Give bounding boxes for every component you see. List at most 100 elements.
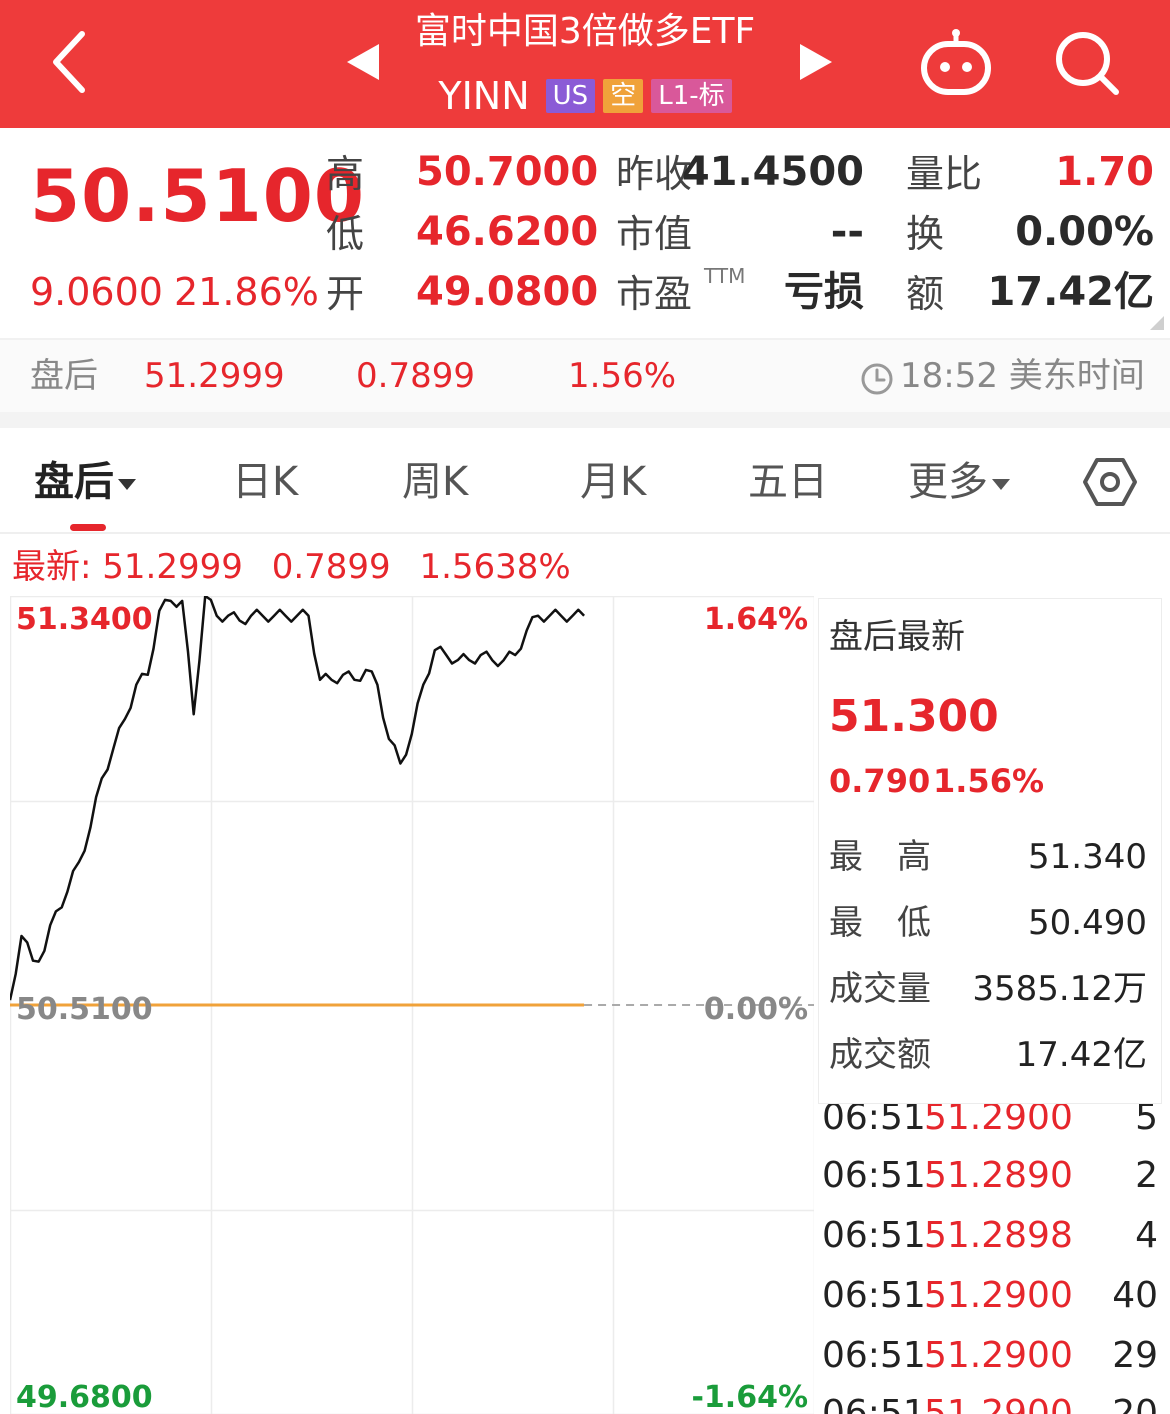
- pct-axis-bottom-label: -1.64%: [691, 1380, 808, 1414]
- high-label: 高: [326, 152, 365, 196]
- trade-row: 06:51 51.2900 5: [822, 1104, 1158, 1148]
- latest-change: 0.7899: [271, 547, 391, 587]
- y-axis-mid-label: 50.5100: [16, 992, 153, 1027]
- high-value: 50.7000: [416, 149, 599, 195]
- next-arrow-icon[interactable]: [796, 42, 836, 82]
- expand-corner-icon[interactable]: [1150, 316, 1164, 330]
- market-cap-label: 市值: [616, 212, 693, 256]
- back-chevron-icon[interactable]: [40, 22, 100, 102]
- tab-weekly-k[interactable]: 周K: [402, 456, 468, 508]
- trade-volume: 4: [1135, 1215, 1158, 1256]
- volume-ratio-value: 1.70: [1055, 149, 1154, 195]
- y-axis-bottom-label: 49.6800: [16, 1380, 153, 1414]
- quote-summary: 50.5100 9.0600 21.86% 高 低 开 50.7000 46.6…: [0, 128, 1170, 338]
- price-change-pct: 21.86%: [174, 270, 319, 314]
- trade-row: 06:51 51.2890 2: [822, 1146, 1158, 1206]
- tab-daily-k[interactable]: 日K: [232, 456, 298, 508]
- pe-label: 市盈: [616, 272, 693, 316]
- trade-time: 06:51: [822, 1275, 926, 1316]
- panel-amount-value: 17.42亿: [1015, 1035, 1147, 1075]
- short-tag: 空: [603, 79, 644, 113]
- after-hours-change-pct: 1.56%: [568, 356, 677, 396]
- ticker-symbol: YINN: [438, 74, 530, 118]
- y-axis-top-label: 51.3400: [16, 602, 153, 637]
- trade-row: 06:51 51.2900 29: [822, 1326, 1158, 1386]
- pe-ttm-superscript: TTM: [704, 264, 746, 288]
- after-hours-label: 盘后: [30, 356, 98, 396]
- trade-time: 06:51: [822, 1393, 926, 1414]
- panel-high-label: 最 高: [829, 837, 931, 877]
- amount-label: 额: [906, 272, 945, 316]
- robot-icon[interactable]: [918, 28, 994, 98]
- tab-label: 周K: [402, 459, 469, 505]
- panel-title: 盘后最新: [829, 617, 965, 657]
- active-tab-indicator: [70, 524, 106, 531]
- intraday-chart[interactable]: 51.3400 50.5100 49.6800 1.64% 0.00% -1.6…: [10, 596, 814, 1414]
- tab-label: 盘后: [34, 459, 114, 505]
- after-hours-change: 0.7899: [356, 356, 475, 396]
- trade-time: 06:51: [822, 1104, 926, 1138]
- quote-level-tag: L1-标: [651, 79, 732, 113]
- security-name: 富时中国3倍做多ETF: [414, 11, 756, 52]
- market-cap-value: --: [830, 209, 864, 255]
- trade-volume: 5: [1135, 1104, 1158, 1138]
- after-hours-time: 18:52 美东时间: [900, 356, 1145, 396]
- open-value: 49.0800: [416, 269, 599, 315]
- pct-axis-top-label: 1.64%: [703, 602, 808, 637]
- panel-change-pct: 1.56%: [933, 762, 1045, 800]
- tab-label: 五日: [748, 459, 828, 505]
- security-symbol-row: YINN US 空 L1-标: [380, 72, 790, 120]
- market-tag: US: [545, 79, 596, 113]
- open-label: 开: [326, 272, 365, 316]
- tab-monthly-k[interactable]: 月K: [580, 456, 646, 508]
- prev-arrow-icon[interactable]: [343, 42, 383, 82]
- search-icon[interactable]: [1052, 28, 1122, 98]
- latest-change-pct: 1.5638%: [419, 547, 571, 587]
- trade-volume: 40: [1112, 1275, 1158, 1316]
- trade-row: 06:51 51.2898 4: [822, 1206, 1158, 1266]
- price-change: 9.0600: [30, 270, 163, 314]
- trade-row: 06:51 51.2900 20: [822, 1384, 1158, 1414]
- top-bar: 富时中国3倍做多ETF YINN US 空 L1-标: [0, 0, 1170, 128]
- trade-price: 51.2890: [924, 1155, 1073, 1196]
- tab-after-hours[interactable]: 盘后: [34, 456, 136, 508]
- tab-more[interactable]: 更多: [908, 456, 1010, 508]
- turnover-label: 换: [906, 212, 945, 256]
- latest-price: 最新: 51.2999: [12, 547, 243, 587]
- trade-ticker-list[interactable]: 06:51 51.2900 5 06:51 51.2890 2 06:51 51…: [818, 1104, 1162, 1414]
- volume-ratio-label: 量比: [906, 152, 983, 196]
- trade-time: 06:51: [822, 1335, 926, 1376]
- trade-price: 51.2900: [924, 1335, 1073, 1376]
- pe-value: 亏损: [784, 269, 864, 315]
- latest-quote-line: 最新: 51.2999 0.7899 1.5638%: [12, 545, 589, 589]
- trade-volume: 2: [1135, 1155, 1158, 1196]
- panel-amount-label: 成交额: [829, 1035, 931, 1075]
- low-value: 46.6200: [416, 209, 599, 255]
- after-hours-row: 盘后 51.2999 0.7899 1.56% 18:52 美东时间: [0, 340, 1170, 412]
- panel-low-label: 最 低: [829, 903, 931, 943]
- tab-five-day[interactable]: 五日: [748, 456, 828, 508]
- panel-high-value: 51.340: [1028, 837, 1147, 877]
- trade-price: 51.2900: [924, 1104, 1073, 1138]
- dropdown-caret-icon: [118, 478, 136, 490]
- dropdown-caret-icon: [992, 478, 1010, 490]
- trade-time: 06:51: [822, 1215, 926, 1256]
- price-series-line: [10, 596, 585, 1001]
- panel-price: 51.300: [829, 691, 999, 742]
- trade-volume: 20: [1112, 1393, 1158, 1414]
- tab-label: 日K: [232, 459, 299, 505]
- tab-label: 月K: [580, 459, 647, 505]
- trade-price: 51.2900: [924, 1275, 1073, 1316]
- trade-time: 06:51: [822, 1155, 926, 1196]
- prev-close-label: 昨收: [616, 152, 693, 196]
- after-hours-price: 51.2999: [144, 356, 285, 396]
- trade-price: 51.2900: [924, 1393, 1073, 1414]
- section-gap: [0, 412, 1170, 428]
- amount-value: 17.42亿: [987, 269, 1154, 315]
- chart-settings-icon[interactable]: [1082, 456, 1138, 508]
- panel-low-value: 50.490: [1028, 903, 1147, 943]
- after-hours-panel: 盘后最新 51.300 0.790 1.56% 最 高 51.340 最 低 5…: [818, 598, 1162, 1104]
- low-label: 低: [326, 212, 365, 256]
- trade-volume: 29: [1112, 1335, 1158, 1376]
- clock-icon: [861, 363, 893, 395]
